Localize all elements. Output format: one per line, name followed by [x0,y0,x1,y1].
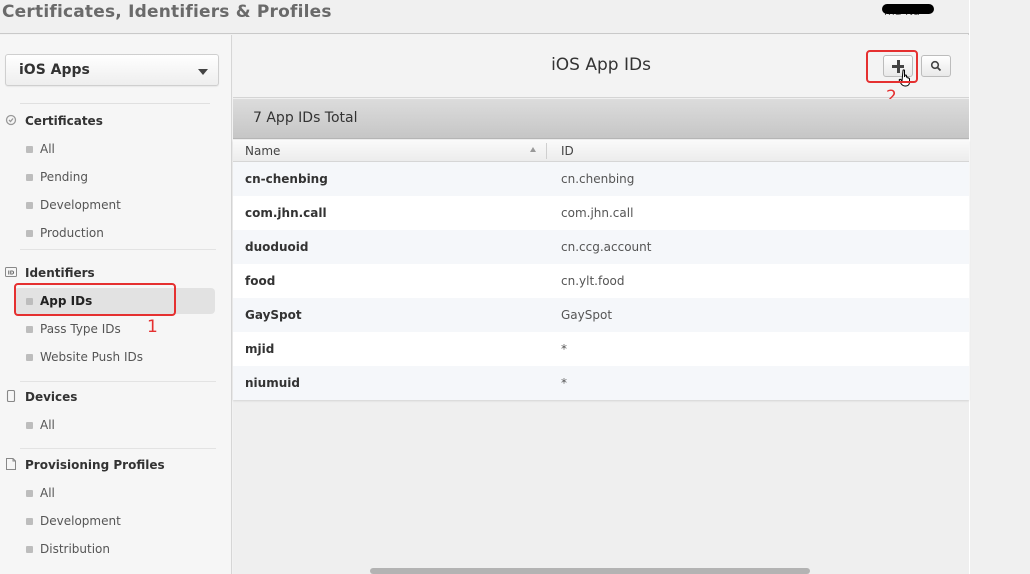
section-identifiers: ID Identifiers [0,263,232,285]
cell-name: cn-chenbing [245,172,328,186]
sidebar-item-label: Production [40,226,104,240]
document-icon [6,458,16,470]
column-header-name[interactable]: Name [245,144,280,158]
cell-name: niumuid [245,376,300,390]
id-badge-icon: ID [5,267,17,277]
sidebar-item-certificates-pending[interactable]: Pending [14,164,215,190]
platform-select[interactable]: iOS Apps [5,54,219,86]
main-header: iOS App IDs 2 [233,35,969,107]
cell-name: duoduoid [245,240,309,254]
sidebar-item-certificates-development[interactable]: Development [14,192,215,218]
table-row[interactable]: mjid * [233,332,969,366]
sidebar-item-profiles-all[interactable]: All [14,480,215,506]
total-count: 7 App IDs Total [253,110,358,126]
cell-name: GaySpot [245,308,302,322]
sidebar-divider [20,249,216,250]
search-button[interactable] [921,55,951,77]
column-divider [546,143,547,159]
sidebar-item-certificates-all[interactable]: All [14,136,215,162]
horizontal-scrollbar[interactable] [370,568,810,574]
cell-id: * [561,376,567,390]
main-content: iOS App IDs 2 7 App IDs Total Name ID cn… [233,35,969,574]
table-row[interactable]: duoduoid cn.ccg.account [233,230,969,264]
sidebar-item-devices-all[interactable]: All [14,412,215,438]
sidebar-item-profiles-distribution[interactable]: Distribution [14,536,215,562]
sidebar-item-label: Website Push IDs [40,350,143,364]
table-body: cn-chenbing cn.chenbing com.jhn.call com… [233,162,969,400]
cell-id: cn.chenbing [561,172,635,186]
app-ids-table: Name ID cn-chenbing cn.chenbing com.jhn.… [233,140,969,400]
sidebar-item-label: Development [40,514,121,528]
sidebar-item-profiles-development[interactable]: Development [14,508,215,534]
cell-name: mjid [245,342,275,356]
cell-id: com.jhn.call [561,206,634,220]
table-header: Name ID [233,140,969,162]
sidebar-item-label: Development [40,198,121,212]
column-header-id[interactable]: ID [561,144,574,158]
cell-name: com.jhn.call [245,206,327,220]
section-certificates: Certificates [0,111,232,133]
cell-name: food [245,274,276,288]
sidebar-divider [20,103,210,104]
section-label: Identifiers [25,266,95,280]
cell-id: cn.ylt.food [561,274,625,288]
section-label: Certificates [25,114,103,128]
device-icon [6,390,16,402]
table-row[interactable]: food cn.ylt.food [233,264,969,298]
table-row[interactable]: com.jhn.call com.jhn.call [233,196,969,230]
sort-ascending-icon[interactable] [530,147,536,152]
section-label: Devices [25,390,78,404]
section-label: Provisioning Profiles [25,458,165,472]
sidebar-item-label: Pending [40,170,88,184]
annotation-box-step-1 [14,283,176,316]
search-icon [930,60,942,72]
section-devices: Devices [0,387,232,409]
sidebar-item-label: All [40,142,55,156]
sidebar-item-pass-type-ids[interactable]: Pass Type IDs [14,316,215,342]
top-header: Certificates, Identifiers & Profiles ma … [0,0,969,34]
sidebar-item-certificates-production[interactable]: Production [14,220,215,246]
sidebar-item-label: Pass Type IDs [40,322,121,336]
cell-id: cn.ccg.account [561,240,652,254]
sidebar-item-label: All [40,486,55,500]
table-row[interactable]: niumuid * [233,366,969,400]
main-title: iOS App IDs [551,55,651,75]
table-row[interactable]: cn-chenbing cn.chenbing [233,162,969,196]
sidebar-divider [20,448,216,449]
svg-text:ID: ID [8,271,15,277]
sidebar-item-label: All [40,418,55,432]
redaction-bar [882,4,934,14]
annotation-box-step-2 [866,50,918,83]
sidebar-item-website-push-ids[interactable]: Website Push IDs [14,344,215,370]
right-gutter [970,0,1030,574]
page-title: Certificates, Identifiers & Profiles [2,2,332,22]
annotation-number-1: 1 [147,317,158,337]
total-bar: 7 App IDs Total [233,99,969,139]
chevron-down-icon [198,69,208,75]
sidebar-divider [20,381,216,382]
sidebar-item-label: Distribution [40,542,111,556]
table-row[interactable]: GaySpot GaySpot [233,298,969,332]
platform-select-label: iOS Apps [19,62,90,78]
certificate-icon [5,114,17,126]
cell-id: * [561,342,567,356]
cell-id: GaySpot [561,308,613,322]
section-provisioning-profiles: Provisioning Profiles [0,455,232,477]
